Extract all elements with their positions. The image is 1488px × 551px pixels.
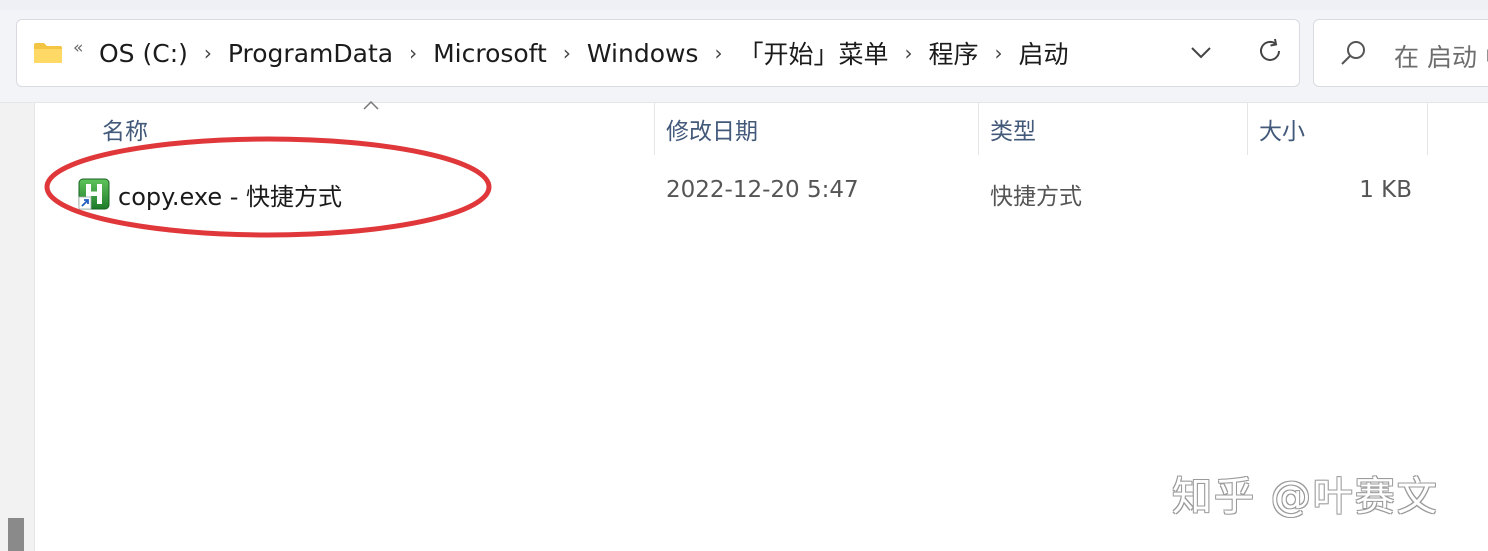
chevron-right-icon[interactable]: ›: [979, 41, 1019, 65]
breadcrumb-item-microsoft[interactable]: Microsoft: [433, 39, 547, 68]
chevron-right-icon[interactable]: ›: [698, 41, 738, 65]
folder-icon: [34, 43, 62, 63]
chevron-right-icon[interactable]: ›: [188, 41, 228, 65]
breadcrumb: OS (C:) › ProgramData › Microsoft › Wind…: [99, 20, 1069, 86]
breadcrumb-item-start-menu[interactable]: 「开始」菜单: [738, 35, 888, 71]
chevron-right-icon[interactable]: ›: [888, 41, 928, 65]
breadcrumb-item-os-c[interactable]: OS (C:): [99, 39, 188, 68]
chevron-down-icon[interactable]: [1187, 38, 1215, 66]
search-placeholder: 在 启动 中: [1394, 43, 1488, 72]
column-header-type[interactable]: 类型: [990, 112, 1036, 146]
search-input[interactable]: 在 启动 中: [1313, 19, 1488, 87]
file-type: 快捷方式: [990, 184, 1082, 210]
column-divider[interactable]: [1427, 103, 1428, 155]
sort-ascending-icon: [363, 100, 379, 110]
search-icon: [1341, 41, 1365, 65]
column-divider[interactable]: [654, 103, 655, 155]
breadcrumb-item-programs[interactable]: 程序: [928, 35, 978, 71]
address-bar[interactable]: « OS (C:) › ProgramData › Microsoft › Wi…: [16, 19, 1300, 87]
chevron-right-icon[interactable]: ›: [393, 41, 433, 65]
chevron-right-icon[interactable]: ›: [547, 41, 587, 65]
file-size: 1 KB: [1359, 177, 1412, 203]
refresh-icon[interactable]: [1255, 36, 1285, 66]
breadcrumb-item-startup[interactable]: 启动: [1019, 35, 1069, 71]
breadcrumb-overflow-button[interactable]: «: [73, 38, 83, 58]
breadcrumb-item-programdata[interactable]: ProgramData: [228, 39, 393, 68]
breadcrumb-item-windows[interactable]: Windows: [587, 39, 699, 68]
column-divider[interactable]: [1247, 103, 1248, 155]
column-header-modified[interactable]: 修改日期: [666, 112, 758, 146]
navigation-pane[interactable]: [0, 103, 35, 551]
column-divider[interactable]: [978, 103, 979, 155]
annotation-ellipse: [44, 136, 492, 238]
column-header-size[interactable]: 大小: [1259, 112, 1305, 146]
watermark: 知乎 @叶赛文: [1172, 474, 1439, 520]
file-modified: 2022-12-20 5:47: [666, 177, 859, 203]
navigation-pane-scrollbar[interactable]: [8, 518, 24, 551]
